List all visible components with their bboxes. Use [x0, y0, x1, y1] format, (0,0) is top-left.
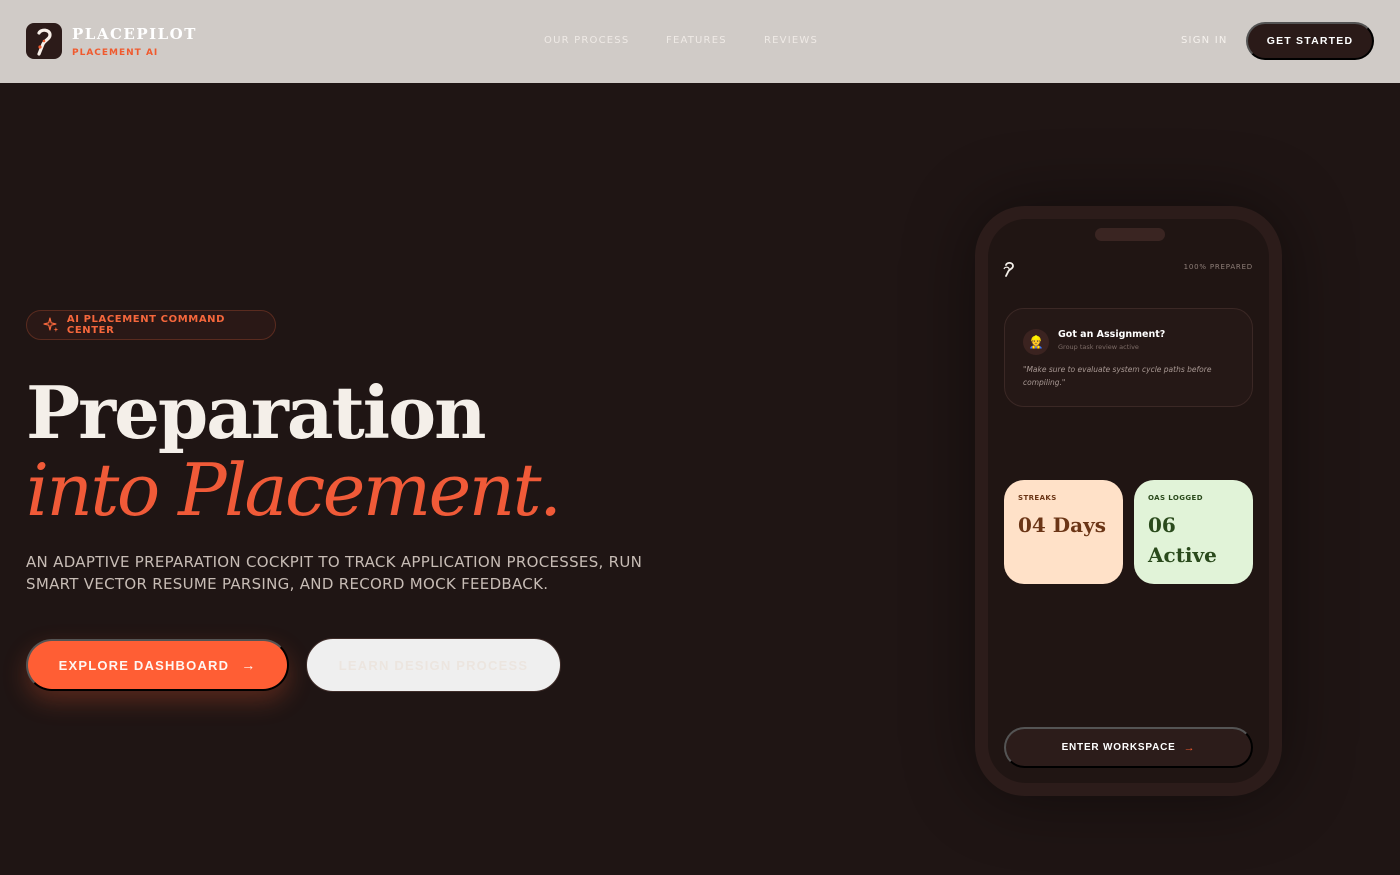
get-started-button[interactable]: GET STARTED — [1246, 22, 1374, 60]
phone-notch — [1095, 228, 1165, 241]
arrow-right-icon: → — [1183, 741, 1196, 754]
hero-title-line2: into Placement. — [26, 448, 562, 532]
phone-mockup: 100% PREPARED 👷 Got an Assignment? Group… — [975, 206, 1282, 796]
pilot-logo-icon[interactable] — [26, 23, 62, 59]
assignment-subtitle: Group task review active — [1058, 343, 1139, 351]
sparkle-icon — [43, 317, 59, 332]
prepared-status: 100% PREPARED — [1183, 263, 1253, 271]
assignment-quote: "Make sure to evaluate system cycle path… — [1023, 365, 1212, 387]
nav-link-features[interactable]: FEATURES — [666, 35, 727, 46]
hero-badge-label: AI PLACEMENT COMMAND CENTER — [66, 314, 226, 336]
streaks-card[interactable]: STREAKS 04 Days — [1004, 480, 1123, 584]
explore-dashboard-label: EXPLORE DASHBOARD — [58, 657, 230, 673]
oas-logged-label: OAS LOGGED — [1148, 494, 1203, 502]
learn-design-process-button[interactable]: LEARN DESIGN PROCESS — [306, 638, 561, 692]
nav-link-reviews[interactable]: REVIEWS — [764, 35, 818, 46]
streaks-value: 04 Days — [1018, 513, 1106, 537]
assignment-card[interactable]: 👷 Got an Assignment? Group task review a… — [1004, 308, 1253, 407]
brand-name[interactable]: PLACEPILOT — [72, 25, 197, 43]
top-nav: PLACEPILOT PLACEMENT AI OUR PROCESS FEAT… — [0, 0, 1400, 83]
brand-subtitle: PLACEMENT AI — [72, 48, 159, 58]
nav-link-our-process[interactable]: OUR PROCESS — [544, 35, 629, 46]
explore-dashboard-button[interactable]: EXPLORE DASHBOARD → — [26, 639, 289, 691]
avatar: 👷 — [1023, 329, 1049, 355]
streaks-label: STREAKS — [1018, 494, 1057, 502]
hero-subtitle: AN ADAPTIVE PREPARATION COCKPIT TO TRACK… — [26, 553, 643, 593]
oas-logged-value: 06 Active — [1148, 513, 1217, 567]
sign-in-link[interactable]: SIGN IN — [1181, 35, 1228, 46]
hero-badge: AI PLACEMENT COMMAND CENTER — [26, 310, 276, 340]
arrow-right-icon: → — [241, 657, 257, 673]
oas-logged-card[interactable]: OAS LOGGED 06 Active — [1134, 480, 1253, 584]
enter-workspace-button[interactable]: ENTER WORKSPACE → — [1004, 727, 1253, 768]
phone-screen: 100% PREPARED 👷 Got an Assignment? Group… — [988, 219, 1269, 783]
app-logo-icon — [1003, 261, 1014, 277]
assignment-title: Got an Assignment? — [1058, 329, 1166, 340]
enter-workspace-label: ENTER WORKSPACE — [1061, 742, 1176, 753]
hero-title-line1: Preparation — [26, 370, 486, 455]
